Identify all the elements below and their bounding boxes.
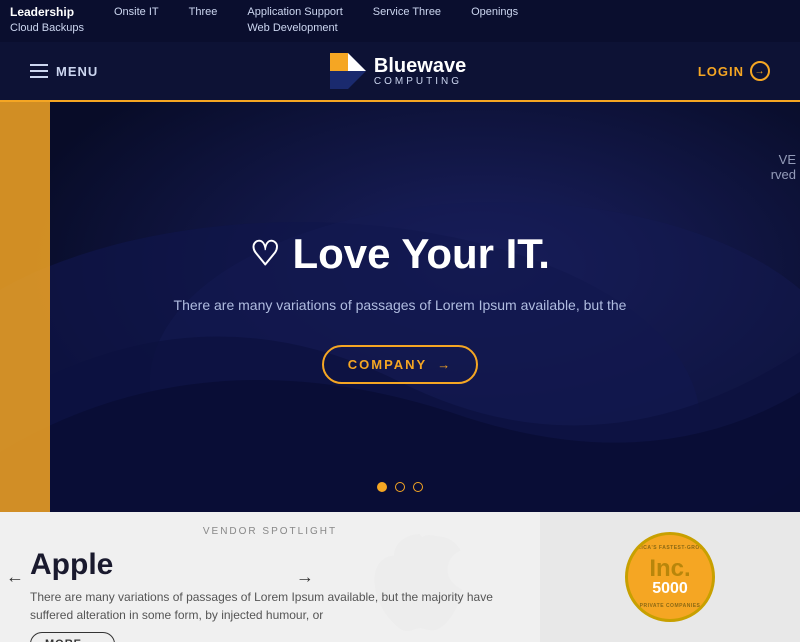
- carousel-dot-2[interactable]: [395, 482, 405, 492]
- right-peek-line1: VE: [771, 152, 796, 167]
- hero-section: VE rved ♡ Love Your IT. There are many v…: [0, 102, 800, 512]
- vendor-spotlight-panel: VENDOR SPOTLIGHT Apple There are many va…: [0, 512, 540, 642]
- nav-group-three: Three: [189, 0, 218, 20]
- login-label: LOGIN: [698, 64, 744, 79]
- hero-description: There are many variations of passages of…: [174, 294, 627, 316]
- inc-badge-content: Inc. 5000: [649, 557, 690, 597]
- inc-5000-badge: AMERICA'S FASTEST-GROWING Inc. 5000 PRIV…: [625, 532, 715, 622]
- top-navigation: Leadership Cloud Backups Onsite IT Three…: [0, 0, 800, 42]
- carousel-prev-arrow[interactable]: ←: [6, 567, 24, 588]
- nav-group-onsite: Onsite IT: [114, 0, 159, 20]
- nav-group-leadership: Leadership Cloud Backups: [10, 0, 84, 36]
- bottom-section: VENDOR SPOTLIGHT Apple There are many va…: [0, 512, 800, 642]
- heart-icon: ♡: [250, 234, 280, 274]
- hero-right-text: VE rved: [771, 152, 800, 182]
- cta-label: COMPANY: [348, 357, 427, 372]
- nav-group-service-three: Service Three: [373, 0, 441, 20]
- nav-group-app-support: Application Support Web Development: [247, 0, 342, 36]
- nav-item-app-support[interactable]: Application Support: [247, 4, 342, 20]
- logo-text: Bluewave COMPUTING: [374, 56, 466, 87]
- login-button[interactable]: LOGIN →: [698, 61, 770, 81]
- nav-item-web-dev[interactable]: Web Development: [247, 20, 342, 36]
- vendor-more-arrow-icon: →: [88, 638, 100, 642]
- logo-name: Bluewave: [374, 56, 466, 76]
- login-arrow-icon: →: [750, 61, 770, 81]
- carousel-next-arrow[interactable]: →: [296, 567, 314, 588]
- hero-content: ♡ Love Your IT. There are many variation…: [134, 230, 667, 383]
- vendor-more-label: MORE: [45, 638, 82, 642]
- carousel-dot-3[interactable]: [413, 482, 423, 492]
- hero-title: ♡ Love Your IT.: [174, 230, 627, 278]
- right-peek-line2: rved: [771, 167, 796, 182]
- inc-top-text: AMERICA'S FASTEST-GROWING: [625, 545, 715, 551]
- cta-arrow-icon: →: [437, 357, 452, 372]
- logo[interactable]: Bluewave COMPUTING: [330, 53, 466, 89]
- hero-carousel-dots: [377, 482, 423, 492]
- hamburger-icon: [30, 64, 48, 78]
- nav-item-onsite-it[interactable]: Onsite IT: [114, 4, 159, 20]
- nav-item-three[interactable]: Three: [189, 4, 218, 20]
- menu-label: MENU: [56, 64, 98, 79]
- hero-desc-line1: There are many variations of passages of…: [174, 294, 627, 316]
- inc-bottom-text: PRIVATE COMPANIES: [640, 603, 701, 609]
- nav-item-service-three[interactable]: Service Three: [373, 4, 441, 20]
- carousel-dot-1[interactable]: [377, 482, 387, 492]
- inc-number: 5000: [649, 581, 690, 597]
- hero-left-accent: [0, 102, 50, 512]
- inc-badge-panel: AMERICA'S FASTEST-GROWING Inc. 5000 PRIV…: [540, 512, 800, 642]
- main-header: MENU Bluewave COMPUTING LOGIN →: [0, 42, 800, 102]
- nav-item-leadership[interactable]: Leadership: [10, 4, 84, 20]
- hero-title-text: Love Your IT.: [292, 230, 550, 278]
- vendor-spotlight-label: VENDOR SPOTLIGHT: [203, 526, 337, 537]
- apple-logo-bg: [360, 522, 480, 642]
- inc-logo-text: Inc.: [649, 557, 690, 581]
- company-cta-button[interactable]: COMPANY →: [322, 345, 478, 384]
- nav-item-cloud-backups[interactable]: Cloud Backups: [10, 20, 84, 36]
- logo-sub: COMPUTING: [374, 76, 466, 87]
- logo-icon: [330, 53, 366, 89]
- vendor-more-button[interactable]: MORE →: [30, 632, 115, 642]
- nav-item-openings[interactable]: Openings: [471, 4, 518, 20]
- nav-group-openings: Openings: [471, 0, 518, 20]
- menu-button[interactable]: MENU: [30, 64, 98, 79]
